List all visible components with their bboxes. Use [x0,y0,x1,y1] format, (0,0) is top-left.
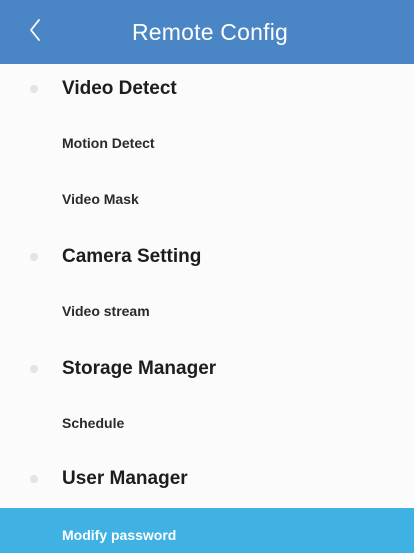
menu-item-label: Motion Detect [62,135,155,151]
app-header: Remote Config [0,0,414,64]
menu-item-label: Video Mask [62,191,139,207]
section-video-detect: Video Detect [0,64,414,114]
section-label: User Manager [62,468,188,489]
remote-config-screen: Remote Config Video Detect Motion Detect… [0,0,414,553]
bullet-dot-icon [30,365,38,373]
section-user-manager: User Manager [0,454,414,504]
section-label: Camera Setting [62,246,202,267]
menu-item-schedule[interactable]: Schedule [0,396,414,450]
menu-item-modify-password[interactable]: Modify password [0,508,414,553]
section-label: Storage Manager [62,358,217,379]
menu-item-label: Video stream [62,303,150,319]
menu-item-label: Modify password [62,527,177,543]
menu-item-label: Schedule [62,415,125,431]
menu-item-video-stream[interactable]: Video stream [0,284,414,338]
menu-item-motion-detect[interactable]: Motion Detect [0,116,414,170]
section-camera-setting: Camera Setting [0,232,414,282]
page-title: Remote Config [131,19,288,45]
bullet-dot-icon [30,475,38,483]
section-label: Video Detect [62,78,177,99]
menu-item-video-mask[interactable]: Video Mask [0,172,414,226]
config-menu: Video Detect Motion Detect Video Mask Ca… [0,64,414,553]
section-storage-manager: Storage Manager [0,344,414,394]
bullet-dot-icon [30,253,38,261]
bullet-dot-icon [30,85,38,93]
